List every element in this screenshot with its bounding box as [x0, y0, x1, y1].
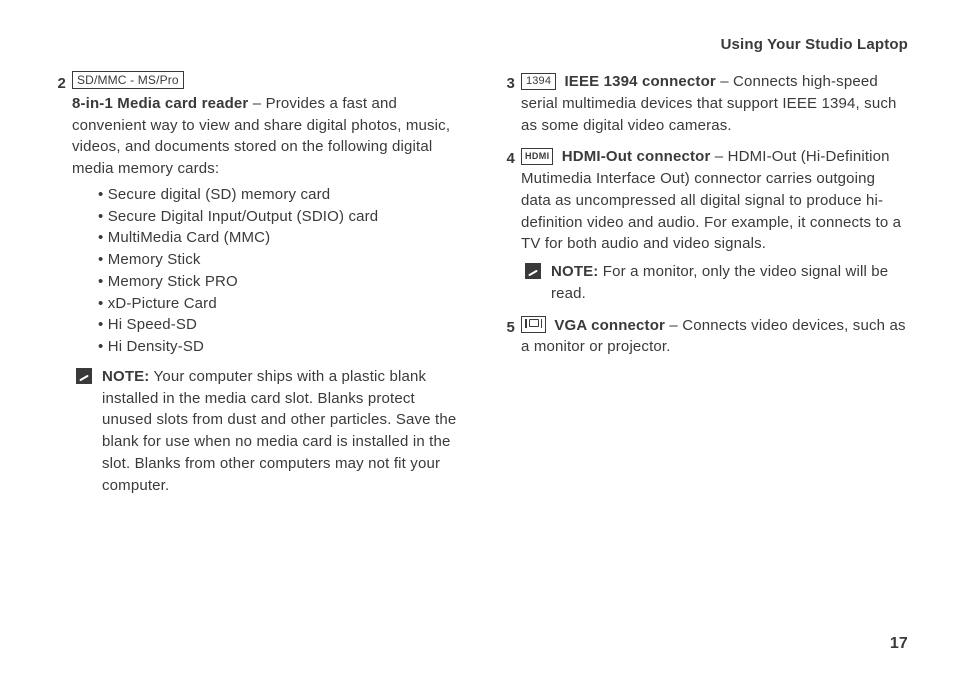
- note-text: For a monitor, only the video signal wil…: [551, 263, 888, 302]
- list-item: Secure Digital Input/Output (SDIO) card: [98, 206, 459, 228]
- item-3: 3 1394 IEEE 1394 connector – Connects hi…: [495, 71, 908, 136]
- left-column: 2 SD/MMC - MS/Pro 8-in-1 Media card read…: [46, 71, 459, 506]
- item-number: 4: [495, 146, 521, 304]
- page-number: 17: [890, 635, 908, 653]
- note-block: NOTE: Your computer ships with a plastic…: [76, 366, 459, 497]
- term: 8-in-1 Media card reader: [72, 95, 248, 112]
- item-intro: SD/MMC - MS/Pro: [72, 71, 459, 93]
- item-number: 5: [495, 315, 521, 359]
- columns: 2 SD/MMC - MS/Pro 8-in-1 Media card read…: [46, 71, 908, 506]
- note-body: NOTE: For a monitor, only the video sign…: [551, 261, 908, 305]
- list-item: Hi Density-SD: [98, 336, 459, 358]
- term: IEEE 1394 connector: [564, 73, 715, 90]
- term: HDMI-Out connector: [562, 148, 711, 165]
- item-body: HDMI HDMI-Out connector – HDMI-Out (Hi-D…: [521, 146, 908, 304]
- note-icon: [525, 263, 541, 279]
- item-body: VGA connector – Connects video devices, …: [521, 315, 908, 359]
- right-column: 3 1394 IEEE 1394 connector – Connects hi…: [495, 71, 908, 506]
- note-label: NOTE:: [551, 263, 598, 280]
- manual-page: Using Your Studio Laptop 2 SD/MMC - MS/P…: [0, 0, 954, 677]
- item-4: 4 HDMI HDMI-Out connector – HDMI-Out (Hi…: [495, 146, 908, 304]
- list-item: Secure digital (SD) memory card: [98, 184, 459, 206]
- note-icon: [76, 368, 92, 384]
- item-2: 2 SD/MMC - MS/Pro 8-in-1 Media card read…: [46, 71, 459, 496]
- list-item: Hi Speed-SD: [98, 314, 459, 336]
- item-body: 1394 IEEE 1394 connector – Connects high…: [521, 71, 908, 136]
- card-list: Secure digital (SD) memory card Secure D…: [72, 184, 459, 358]
- vga-icon: [521, 316, 546, 333]
- term: VGA connector: [554, 317, 665, 334]
- list-item: Memory Stick: [98, 249, 459, 271]
- note-body: NOTE: Your computer ships with a plastic…: [102, 366, 459, 497]
- list-item: Memory Stick PRO: [98, 271, 459, 293]
- item-body: SD/MMC - MS/Pro 8-in-1 Media card reader…: [72, 71, 459, 496]
- item-number: 2: [46, 71, 72, 496]
- list-item: MultiMedia Card (MMC): [98, 227, 459, 249]
- item-text: 8-in-1 Media card reader – Provides a fa…: [72, 93, 459, 180]
- list-item: xD-Picture Card: [98, 293, 459, 315]
- note-block: NOTE: For a monitor, only the video sign…: [525, 261, 908, 305]
- running-head: Using Your Studio Laptop: [46, 36, 908, 53]
- sd-card-icon: SD/MMC - MS/Pro: [72, 71, 184, 89]
- ieee1394-icon: 1394: [521, 73, 556, 90]
- note-text: Your computer ships with a plastic blank…: [102, 368, 456, 494]
- hdmi-icon: HDMI: [521, 148, 553, 165]
- note-label: NOTE:: [102, 368, 149, 385]
- item-number: 3: [495, 71, 521, 136]
- item-5: 5 VGA connector – Connects video devices…: [495, 315, 908, 359]
